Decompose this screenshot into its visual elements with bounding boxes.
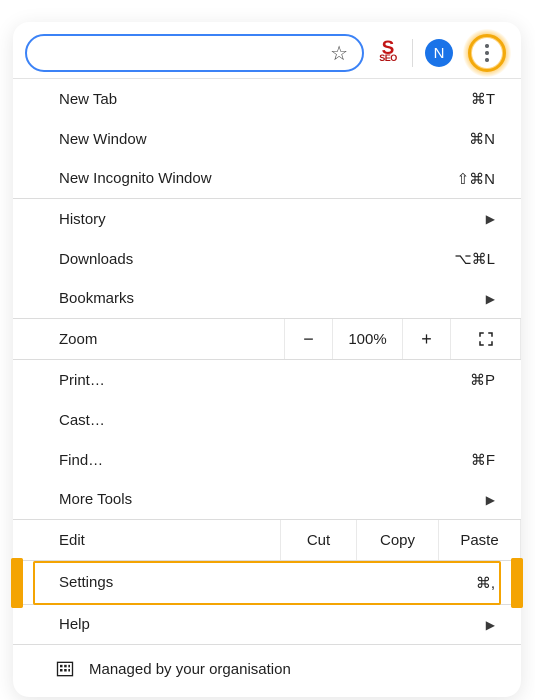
toolbar-divider (412, 39, 413, 67)
extension-seo-icon[interactable]: SSEO (376, 41, 400, 65)
menu-item-downloads[interactable]: Downloads ⌥⌘L (13, 239, 521, 279)
zoom-in-button[interactable]: + (403, 319, 451, 359)
menu-label: Print… (59, 372, 470, 389)
menu-shortcut: ⌘F (471, 451, 495, 469)
menu-item-more-tools[interactable]: More Tools ▶ (13, 480, 521, 520)
menu-label: New Window (59, 131, 469, 148)
menu-label: Downloads (59, 251, 454, 268)
chevron-right-icon: ▶ (486, 212, 495, 226)
menu-item-history[interactable]: History ▶ (13, 199, 521, 239)
menu-shortcut: ⌘N (469, 130, 495, 148)
chevron-right-icon: ▶ (486, 493, 495, 507)
menu-item-cast[interactable]: Cast… (13, 400, 521, 440)
edit-paste-button[interactable]: Paste (439, 520, 521, 560)
menu-label: Bookmarks (59, 290, 486, 307)
chrome-menu-button-highlight (465, 31, 509, 75)
zoom-controls: − 100% + (284, 319, 521, 359)
address-bar[interactable]: ☆ (25, 34, 364, 72)
edit-copy-button[interactable]: Copy (357, 520, 439, 560)
zoom-level: 100% (333, 319, 403, 359)
menu-label: Zoom (59, 331, 284, 348)
profile-avatar[interactable]: N (425, 39, 453, 67)
menu-item-edit: Edit Cut Copy Paste (13, 520, 521, 561)
settings-row-highlight: Settings ⌘, (13, 561, 521, 605)
edit-controls: Cut Copy Paste (280, 520, 521, 560)
edit-cut-button[interactable]: Cut (281, 520, 357, 560)
menu-shortcut: ⌘P (470, 371, 495, 389)
bookmark-star-icon[interactable]: ☆ (330, 41, 348, 66)
menu-shortcut: ⌘T (471, 90, 495, 108)
chrome-menu-button[interactable] (472, 38, 502, 68)
menu-item-new-tab[interactable]: New Tab ⌘T (13, 79, 521, 119)
building-icon (55, 659, 75, 679)
fullscreen-icon (477, 330, 495, 348)
menu-label: Edit (59, 532, 280, 549)
menu-label: More Tools (59, 491, 486, 508)
menu-label: New Incognito Window (59, 170, 457, 187)
toolbar: ☆ SSEO N (13, 22, 521, 78)
menu-item-managed[interactable]: Managed by your organisation (13, 645, 521, 697)
menu-label: Help (59, 616, 486, 633)
menu-item-find[interactable]: Find… ⌘F (13, 440, 521, 480)
browser-window: ☆ SSEO N New Tab ⌘T New Window ⌘N New I (13, 22, 521, 697)
menu-item-new-incognito[interactable]: New Incognito Window ⇧⌘N (13, 159, 521, 199)
menu-item-settings[interactable]: Settings ⌘, (13, 561, 521, 605)
menu-shortcut: ⌥⌘L (454, 250, 495, 268)
menu-label: History (59, 211, 486, 228)
menu-shortcut: ⇧⌘N (457, 170, 495, 188)
zoom-out-button[interactable]: − (285, 319, 333, 359)
menu-label: Cast… (59, 412, 495, 429)
menu-label: Settings (59, 574, 476, 591)
menu-item-bookmarks[interactable]: Bookmarks ▶ (13, 279, 521, 319)
fullscreen-button[interactable] (451, 319, 521, 359)
chevron-right-icon: ▶ (486, 618, 495, 632)
managed-label: Managed by your organisation (89, 661, 291, 678)
chevron-right-icon: ▶ (486, 292, 495, 306)
menu-label: New Tab (59, 91, 471, 108)
chrome-menu: New Tab ⌘T New Window ⌘N New Incognito W… (13, 78, 521, 697)
profile-initial: N (434, 45, 445, 62)
menu-item-print[interactable]: Print… ⌘P (13, 360, 521, 400)
menu-item-new-window[interactable]: New Window ⌘N (13, 119, 521, 159)
menu-shortcut: ⌘, (476, 574, 495, 592)
menu-label: Find… (59, 452, 471, 469)
menu-item-help[interactable]: Help ▶ (13, 605, 521, 645)
menu-item-zoom: Zoom − 100% + (13, 319, 521, 360)
